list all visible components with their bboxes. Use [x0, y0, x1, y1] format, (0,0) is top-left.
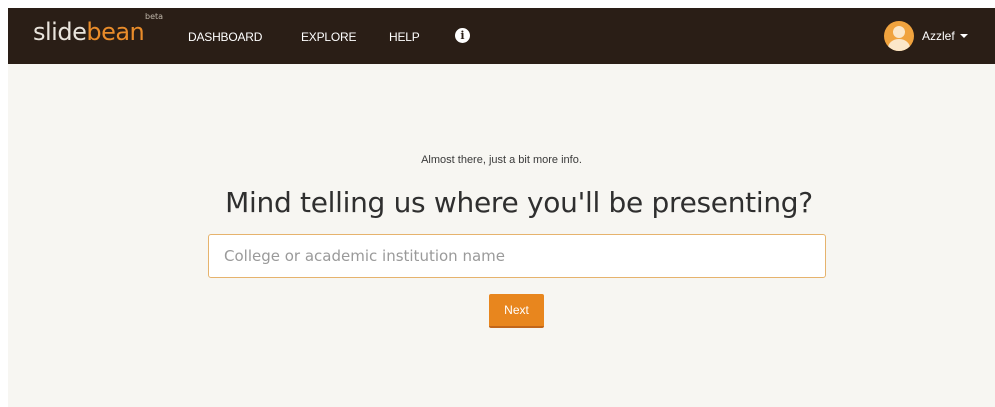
- next-button[interactable]: Next: [489, 294, 544, 328]
- chevron-down-icon[interactable]: [959, 34, 968, 38]
- user-menu[interactable]: Azzlef: [884, 21, 968, 51]
- nav-link-dashboard[interactable]: DASHBOARD: [188, 30, 262, 44]
- onboarding-subtitle: Almost there, just a bit more info.: [421, 154, 582, 166]
- user-name[interactable]: Azzlef: [922, 29, 955, 43]
- top-navbar: slidebean beta DASHBOARD EXPLORE HELP i …: [8, 8, 995, 64]
- nav-link-help[interactable]: HELP: [389, 30, 420, 44]
- app-window: slidebean beta DASHBOARD EXPLORE HELP i …: [8, 8, 995, 407]
- nav-link-explore[interactable]: EXPLORE: [301, 30, 356, 44]
- avatar-head-shape: [893, 26, 905, 38]
- logo-text-slide: slide: [33, 18, 87, 46]
- info-icon[interactable]: i: [455, 28, 470, 43]
- beta-badge: beta: [145, 12, 164, 21]
- avatar-body-shape: [888, 39, 910, 51]
- page-title: Mind telling us where you'll be presenti…: [225, 186, 813, 219]
- avatar[interactable]: [884, 21, 914, 51]
- logo-text-bean: bean: [86, 18, 145, 46]
- slidebean-logo[interactable]: slidebean beta: [33, 12, 163, 46]
- institution-name-input[interactable]: [208, 234, 826, 278]
